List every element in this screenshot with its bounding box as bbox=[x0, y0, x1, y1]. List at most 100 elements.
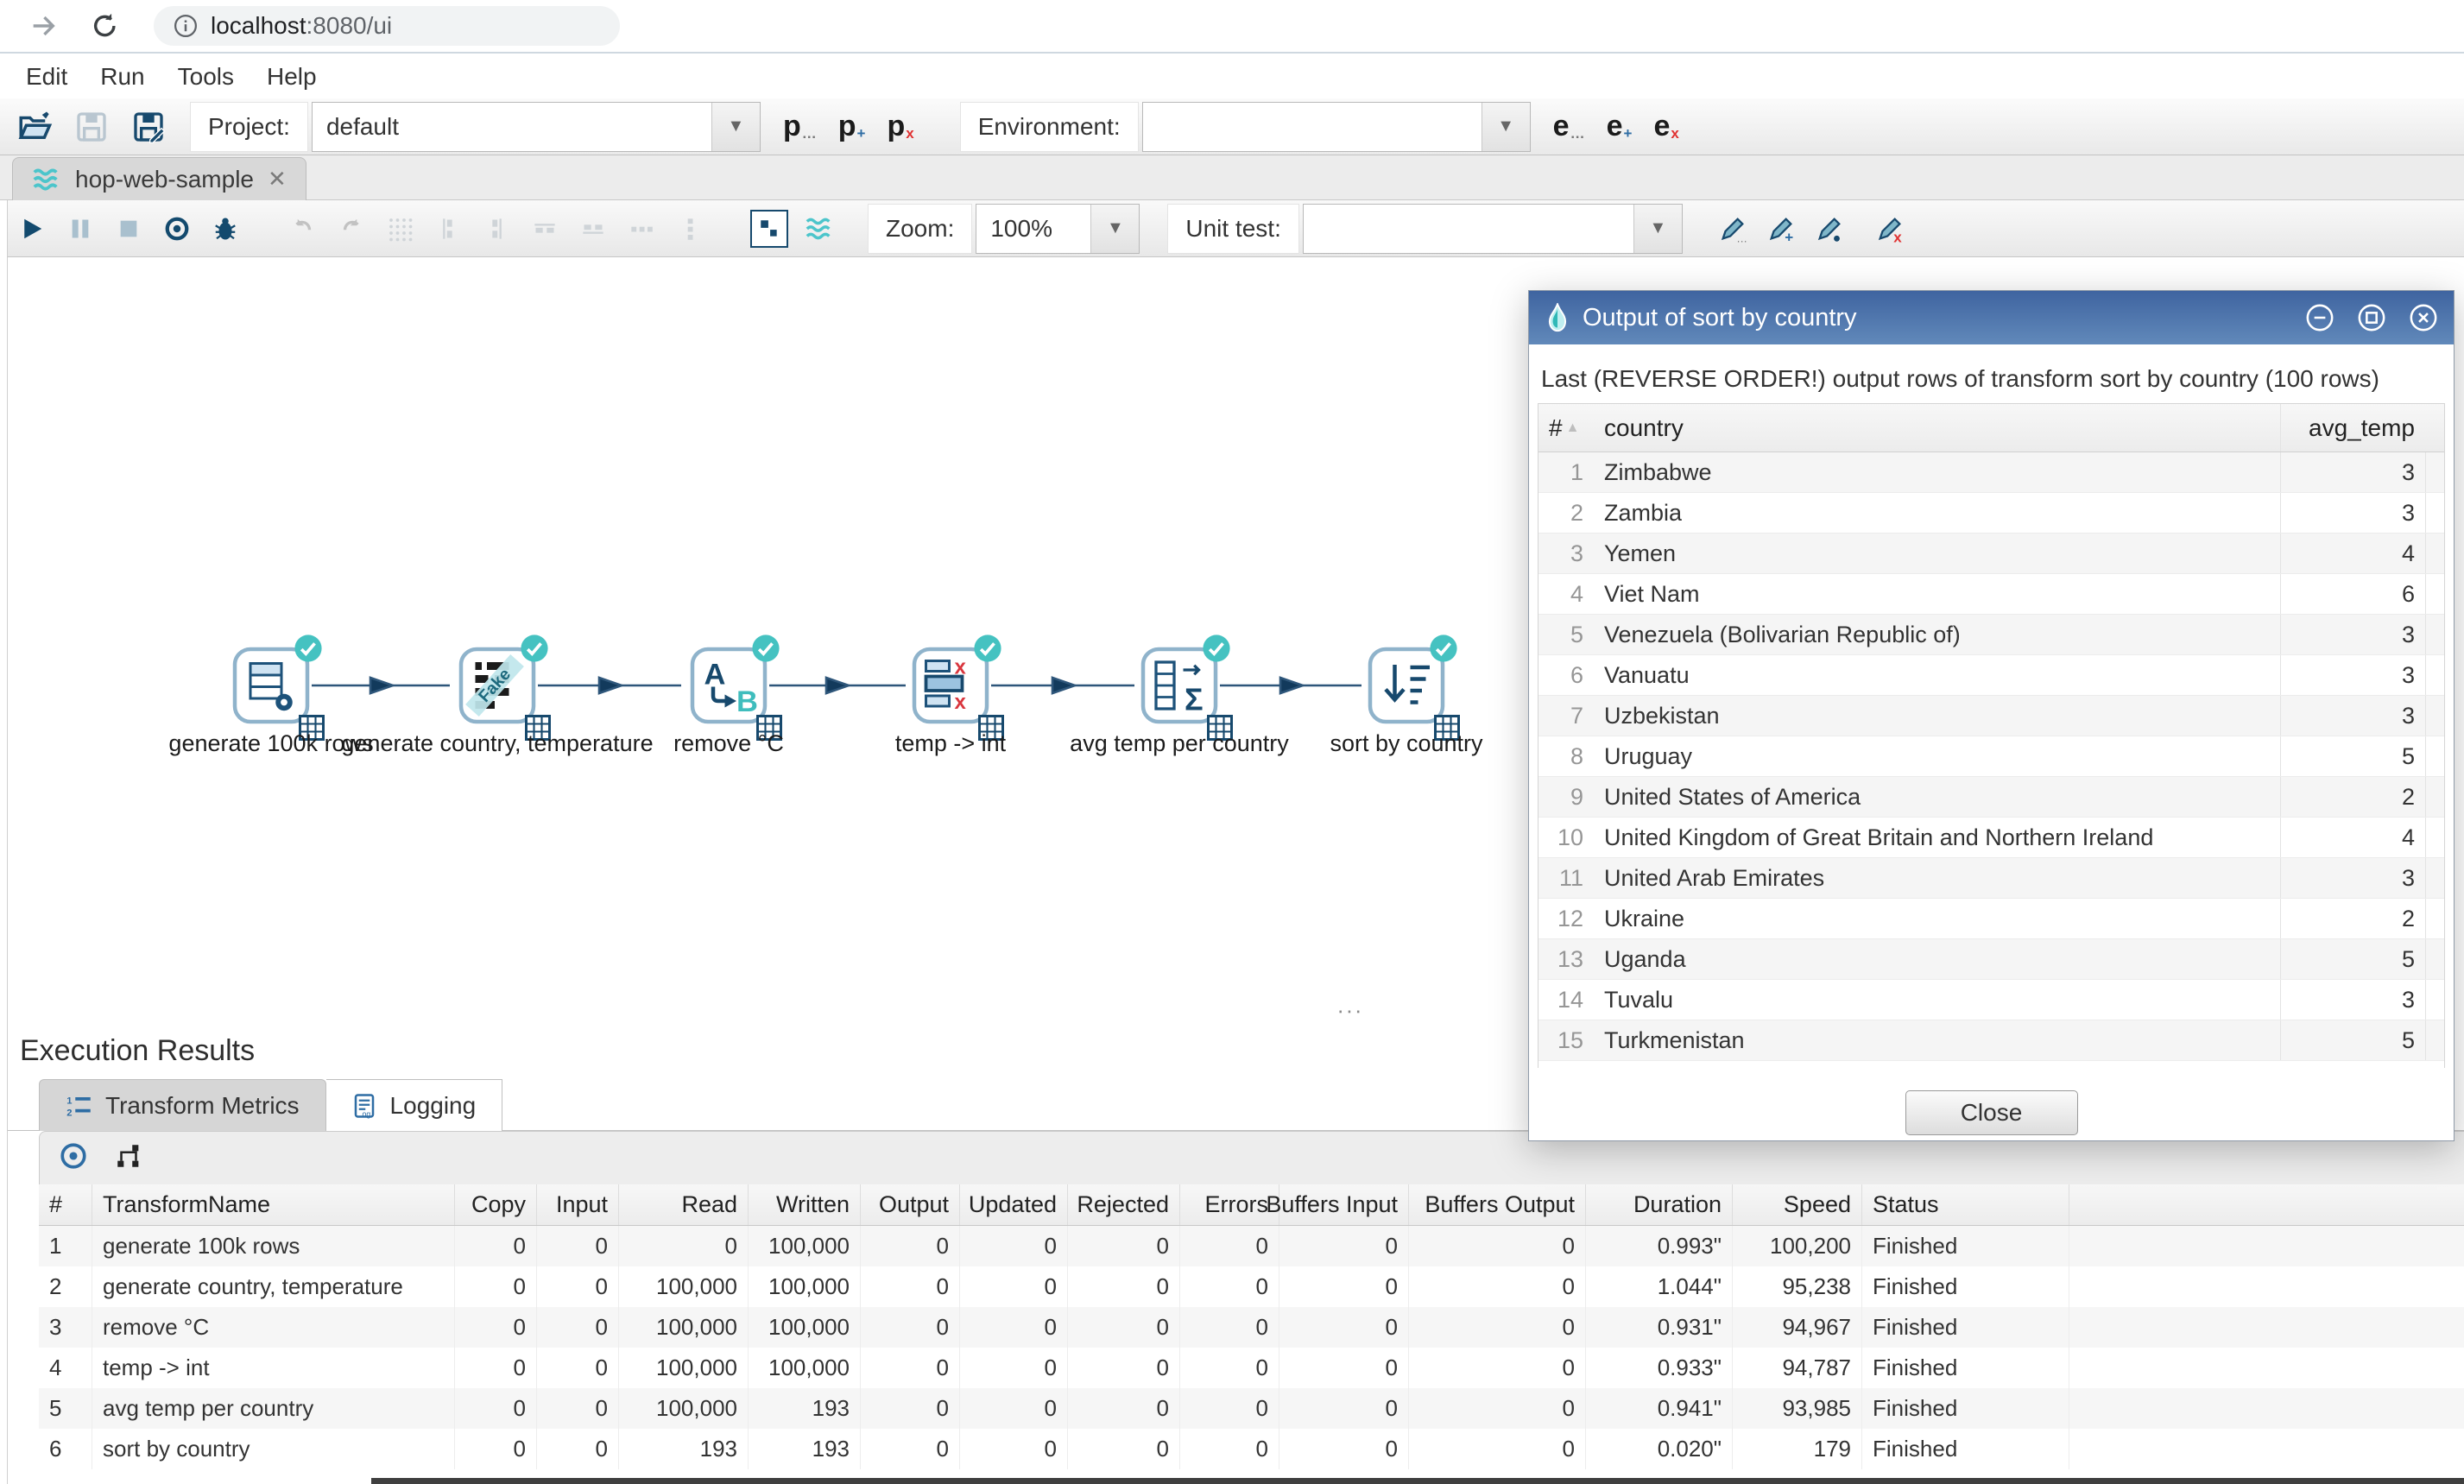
metrics-col-duration[interactable]: Duration bbox=[1586, 1184, 1733, 1225]
preview-row-ukraine[interactable]: 12Ukraine2 bbox=[1538, 899, 2444, 939]
dialog-close-icon[interactable] bbox=[2409, 303, 2438, 332]
preview-row-united-kingdom-of-great-britain-and-northern-ireland[interactable]: 10United Kingdom of Great Britain and No… bbox=[1538, 818, 2444, 858]
show-hide-inactive-icon[interactable] bbox=[59, 1141, 88, 1175]
menu-help[interactable]: Help bbox=[267, 63, 317, 91]
transform-temp-int[interactable]: xx bbox=[909, 644, 992, 727]
undo-icon[interactable] bbox=[279, 207, 327, 250]
preview-icon[interactable] bbox=[153, 207, 201, 250]
transform-generate-100k-rows[interactable] bbox=[230, 644, 313, 727]
align-left-icon[interactable] bbox=[424, 207, 472, 250]
unit-test-new-icon[interactable]: + bbox=[1757, 207, 1805, 250]
preview-row-tuvalu[interactable]: 14Tuvalu3 bbox=[1538, 980, 2444, 1020]
preview-row-united-arab-emirates[interactable]: 11United Arab Emirates3 bbox=[1538, 858, 2444, 899]
metrics-row-sort-by-country[interactable]: 6sort by country001931930000000.020"179F… bbox=[39, 1429, 2464, 1469]
metrics-col-errors[interactable]: Errors bbox=[1180, 1184, 1279, 1225]
preview-col-country[interactable]: country bbox=[1594, 404, 2280, 452]
pause-icon[interactable] bbox=[56, 207, 104, 250]
preview-row-zimbabwe[interactable]: 1Zimbabwe3 bbox=[1538, 452, 2444, 493]
save-icon[interactable] bbox=[69, 106, 114, 148]
site-info-icon[interactable] bbox=[173, 13, 199, 39]
preview-results-toggle-icon[interactable] bbox=[750, 210, 788, 248]
unit-test-delete-icon[interactable]: x bbox=[1866, 207, 1914, 250]
edit-project-icon[interactable]: p… bbox=[783, 110, 816, 143]
project-combo[interactable]: default ▼ bbox=[312, 102, 761, 152]
edit-environment-icon[interactable]: e… bbox=[1553, 110, 1584, 143]
save-as-icon[interactable] bbox=[126, 106, 171, 148]
metrics-col-read[interactable]: Read bbox=[619, 1184, 749, 1225]
preview-row-uganda[interactable]: 13Uganda5 bbox=[1538, 939, 2444, 980]
metrics-col-input[interactable]: Input bbox=[537, 1184, 619, 1225]
metrics-col-copy[interactable]: Copy bbox=[455, 1184, 537, 1225]
zoom-combo[interactable]: 100% ▼ bbox=[976, 204, 1140, 254]
unit-test-combo-arrow-icon[interactable]: ▼ bbox=[1633, 205, 1682, 253]
distribute-vertical-icon[interactable] bbox=[666, 207, 714, 250]
dialog-titlebar[interactable]: Output of sort by country bbox=[1529, 291, 2454, 344]
add-environment-icon[interactable]: e+ bbox=[1607, 110, 1632, 143]
metrics-row-generate-country-temperature[interactable]: 2generate country, temperature00100,0001… bbox=[39, 1266, 2464, 1307]
reload-icon[interactable] bbox=[86, 7, 124, 45]
metrics-col-buffers-output[interactable]: Buffers Output bbox=[1409, 1184, 1586, 1225]
metrics-col-transformname[interactable]: TransformName bbox=[92, 1184, 455, 1225]
preview-row-zambia[interactable]: 2Zambia3 bbox=[1538, 493, 2444, 534]
project-combo-arrow-icon[interactable]: ▼ bbox=[711, 103, 760, 151]
preview-row-vanuatu[interactable]: 6Vanuatu3 bbox=[1538, 655, 2444, 696]
align-right-icon[interactable] bbox=[472, 207, 521, 250]
preview-row-venezuela-bolivarian-republic-of[interactable]: 5Venezuela (Bolivarian Republic of)3 bbox=[1538, 615, 2444, 655]
zoom-combo-arrow-icon[interactable]: ▼ bbox=[1090, 205, 1139, 253]
metrics-col-buffers-input[interactable]: Buffers Input bbox=[1279, 1184, 1409, 1225]
tab-transform-metrics[interactable]: 12 Transform Metrics bbox=[39, 1079, 326, 1131]
metrics-row-temp-int[interactable]: 4temp -> int00100,000100,0000000000.933"… bbox=[39, 1348, 2464, 1388]
snap-grid-icon[interactable] bbox=[376, 207, 424, 250]
environment-combo[interactable]: ▼ bbox=[1142, 102, 1531, 152]
distribute-horizontal-icon[interactable] bbox=[617, 207, 666, 250]
preview-col-[interactable]: #▲ bbox=[1538, 404, 1594, 452]
horizontal-scrollbar[interactable] bbox=[371, 1478, 2464, 1484]
metrics-row-generate-100k-rows[interactable]: 1generate 100k rows000100,0000000000.993… bbox=[39, 1226, 2464, 1266]
unit-test-edit-icon[interactable]: … bbox=[1709, 207, 1757, 250]
debug-icon[interactable] bbox=[201, 207, 250, 250]
preview-row-uzbekistan[interactable]: 7Uzbekistan3 bbox=[1538, 696, 2444, 736]
metrics-col-updated[interactable]: Updated bbox=[960, 1184, 1068, 1225]
metrics-col-speed[interactable]: Speed bbox=[1733, 1184, 1862, 1225]
tab-close-icon[interactable]: ✕ bbox=[268, 166, 287, 193]
metrics-col-status[interactable]: Status bbox=[1862, 1184, 2069, 1225]
metrics-col-output[interactable]: Output bbox=[861, 1184, 960, 1225]
address-bar[interactable]: localhost:8080/ui bbox=[154, 6, 620, 46]
stop-icon[interactable] bbox=[104, 207, 153, 250]
delete-environment-icon[interactable]: ex bbox=[1653, 110, 1677, 143]
preview-row-viet-nam[interactable]: 4Viet Nam6 bbox=[1538, 574, 2444, 615]
metrics-col-rejected[interactable]: Rejected bbox=[1068, 1184, 1180, 1225]
align-bottom-icon[interactable] bbox=[569, 207, 617, 250]
metrics-row-avg-temp-per-country[interactable]: 5avg temp per country00100,0001930000000… bbox=[39, 1388, 2464, 1429]
menu-run[interactable]: Run bbox=[100, 63, 144, 91]
menu-edit[interactable]: Edit bbox=[26, 63, 67, 91]
redo-icon[interactable] bbox=[327, 207, 376, 250]
transform-sort-by-country[interactable] bbox=[1365, 644, 1448, 727]
preview-row-turkmenistan[interactable]: 15Turkmenistan5 bbox=[1538, 1020, 2444, 1061]
show-hide-selected-icon[interactable] bbox=[114, 1141, 143, 1175]
transform-remove-c[interactable]: AB bbox=[687, 644, 770, 727]
close-button[interactable]: Close bbox=[1905, 1090, 2078, 1135]
dialog-maximize-icon[interactable] bbox=[2357, 303, 2386, 332]
environment-combo-arrow-icon[interactable]: ▼ bbox=[1482, 103, 1530, 151]
metrics-col-[interactable]: # bbox=[39, 1184, 92, 1225]
run-icon[interactable] bbox=[8, 207, 56, 250]
add-project-icon[interactable]: p+ bbox=[838, 110, 865, 143]
dialog-minimize-icon[interactable] bbox=[2305, 303, 2334, 332]
tab-hop-web-sample[interactable]: hop-web-sample ✕ bbox=[12, 157, 306, 200]
align-top-icon[interactable] bbox=[521, 207, 569, 250]
tab-logging[interactable]: og Logging bbox=[326, 1079, 503, 1131]
menu-tools[interactable]: Tools bbox=[178, 63, 234, 91]
preview-row-uruguay[interactable]: 8Uruguay5 bbox=[1538, 736, 2444, 777]
unit-test-combo[interactable]: ▼ bbox=[1303, 204, 1683, 254]
transform-generate-country-temperature[interactable]: Fake bbox=[456, 644, 539, 727]
open-file-icon[interactable] bbox=[12, 106, 57, 148]
unit-test-detach-icon[interactable] bbox=[1805, 207, 1854, 250]
splitter-handle[interactable]: ∙∙∙ bbox=[1337, 997, 1364, 1024]
preview-row-yemen[interactable]: 3Yemen4 bbox=[1538, 534, 2444, 574]
metrics-row-remove-c[interactable]: 3remove °C00100,000100,0000000000.931"94… bbox=[39, 1307, 2464, 1348]
preview-col-avg-temp[interactable]: avg_temp bbox=[2280, 404, 2425, 452]
transform-avg-temp-per-country[interactable]: Σ bbox=[1138, 644, 1221, 727]
metrics-col-written[interactable]: Written bbox=[749, 1184, 861, 1225]
preview-row-united-states-of-america[interactable]: 9United States of America2 bbox=[1538, 777, 2444, 818]
